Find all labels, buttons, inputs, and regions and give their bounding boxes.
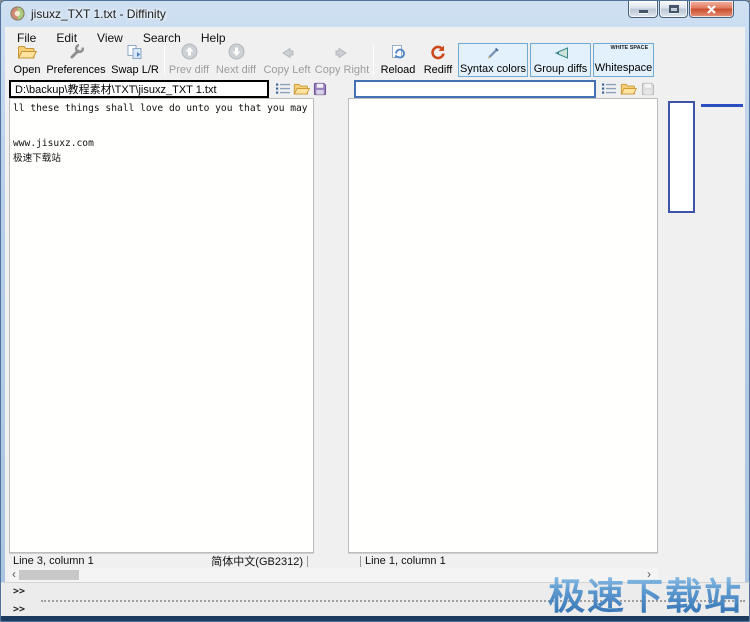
toolbar-separator (164, 45, 165, 75)
right-editor-pane[interactable] (348, 98, 658, 553)
preferences-label: Preferences (46, 64, 105, 76)
close-icon (707, 5, 716, 14)
editor-line: 极速下载站 (13, 150, 311, 162)
rediff-refresh-icon (430, 43, 446, 60)
left-line-prompt: >> (13, 586, 25, 597)
overview-viewport[interactable] (668, 101, 695, 213)
status-divider (307, 556, 308, 567)
copy-left-button[interactable]: Copy Left (263, 43, 311, 76)
right-cursor-position: Line 1, column 1 (365, 555, 446, 567)
minimize-button[interactable] (628, 1, 658, 18)
whitespace-icon: WHITE SPACE (611, 46, 637, 51)
prev-diff-button[interactable]: Prev diff (167, 43, 211, 76)
preferences-button[interactable]: Preferences (45, 43, 107, 76)
close-button[interactable] (689, 1, 734, 18)
rediff-button[interactable]: Rediff (420, 43, 456, 76)
editor-line: www.jisuxz.com (13, 138, 311, 150)
rediff-label: Rediff (424, 64, 453, 76)
diffinity-window: jisuxz_TXT 1.txt - Diffinity File Edit V… (0, 0, 750, 622)
reload-label: Reload (381, 64, 416, 76)
maximize-button[interactable] (659, 1, 688, 18)
copy-left-label: Copy Left (263, 64, 310, 76)
swap-lr-button[interactable]: Swap L/R (110, 43, 160, 76)
minimize-icon (639, 10, 648, 13)
left-status-bar: Line 3, column 1 简体中文(GB2312) (9, 553, 314, 568)
right-line-prompt: >> (13, 604, 25, 615)
left-editor-pane[interactable]: ll these things shall love do unto you t… (9, 98, 314, 553)
reload-page-icon (390, 43, 406, 60)
whitespace-toggle[interactable]: WHITE SPACE Whitespace (593, 43, 654, 77)
arrow-down-circle-icon (228, 43, 245, 60)
scrollbar-thumb[interactable] (19, 570, 79, 580)
left-cursor-position: Line 3, column 1 (13, 555, 94, 567)
overview-diff-marker (701, 104, 743, 107)
group-funnel-icon (552, 46, 570, 63)
wrench-icon (68, 43, 85, 60)
prev-diff-label: Prev diff (169, 64, 209, 76)
syntax-colors-toggle[interactable]: Syntax colors (458, 43, 528, 77)
pencil-icon (485, 46, 501, 63)
status-divider (360, 556, 361, 567)
editor-line: ll these things shall love do unto you t… (13, 103, 311, 115)
arrow-up-circle-icon (181, 43, 198, 60)
syntax-colors-label: Syntax colors (460, 63, 526, 75)
whitespace-label: Whitespace (595, 62, 652, 74)
copy-right-button[interactable]: Copy Right (315, 43, 369, 76)
watermark-text: 极速下载站 (548, 566, 743, 620)
left-encoding: 简体中文(GB2312) (211, 553, 303, 569)
reload-button[interactable]: Reload (379, 43, 417, 76)
open-label: Open (14, 64, 41, 76)
window-title: jisuxz_TXT 1.txt - Diffinity (31, 7, 166, 21)
scroll-left-arrow-icon[interactable]: ‹ (9, 568, 19, 581)
right-path-input[interactable] (354, 80, 596, 98)
next-diff-label: Next diff (216, 64, 256, 76)
group-diffs-label: Group diffs (534, 63, 588, 75)
group-diffs-toggle[interactable]: Group diffs (530, 43, 591, 77)
swap-lr-label: Swap L/R (111, 64, 159, 76)
maximize-icon (669, 5, 679, 13)
left-editor-text: ll these things shall love do unto you t… (13, 103, 311, 161)
arrow-left-icon (278, 43, 296, 60)
folder-open-icon (17, 43, 37, 60)
editor-line (13, 115, 311, 127)
copy-right-label: Copy Right (315, 64, 369, 76)
title-bar[interactable]: jisuxz_TXT 1.txt - Diffinity (1, 1, 749, 27)
app-icon[interactable] (10, 6, 25, 26)
left-path-input[interactable] (9, 80, 269, 98)
toolbar-separator (373, 45, 374, 75)
save-icon[interactable] (313, 82, 327, 101)
next-diff-button[interactable]: Next diff (213, 43, 259, 76)
swap-pages-icon (126, 43, 144, 60)
editor-line (13, 126, 311, 138)
open-button[interactable]: Open (9, 43, 45, 76)
arrow-right-icon (333, 43, 351, 60)
